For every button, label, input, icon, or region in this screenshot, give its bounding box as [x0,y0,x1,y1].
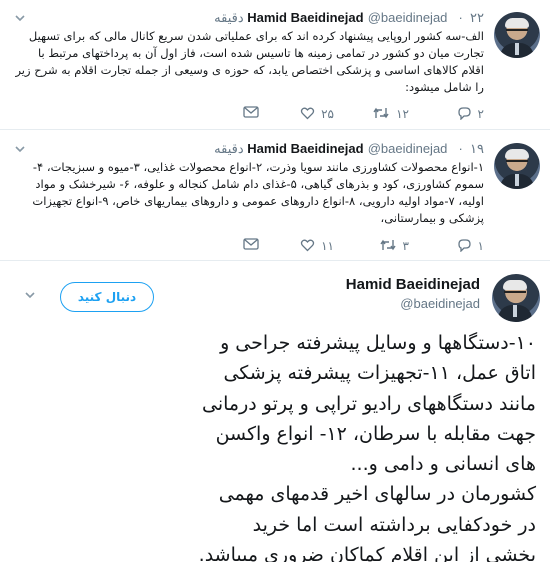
tweet-text: ۱۰-دستگاهها و وسایل پیشرفته جراحی و اتاق… [16,328,536,562]
retweet-count: ۱۲ [396,107,409,121]
tweet-text: ۱-انواع محصولات کشاورزی مانند سویا وذرت،… [32,160,484,225]
heart-icon [300,106,315,122]
retweet-button[interactable]: ۳ [379,238,409,254]
author-block: Hamid Baeidinejad @baeidinejad [346,276,480,311]
like-count: ۲۵ [321,107,334,121]
envelope-icon [243,106,259,120]
tweet-header: Hamid Baeidinejad @baeidinejad · ۲۲ دقیق… [214,10,484,26]
chevron-down-icon[interactable] [14,143,26,155]
tweet-header: Hamid Baeidinejad @baeidinejad · ۱۹ دقیق… [214,141,484,157]
avatar[interactable] [494,12,540,58]
tweet-2[interactable]: Hamid Baeidinejad @baeidinejad · ۱۹ دقیق… [0,131,550,261]
author-name[interactable]: Hamid Baeidinejad [346,276,480,293]
retweet-button[interactable]: ۱۲ [372,106,409,122]
reply-count: ۲ [477,107,484,121]
direct-message-button[interactable] [243,238,259,252]
tweet-1[interactable]: Hamid Baeidinejad @baeidinejad · ۲۲ دقیق… [0,0,550,130]
tweet-text-line: مانند دستگاههای رادیو تراپی و پرتو درمان… [201,392,536,415]
reply-button[interactable]: ۱ [457,238,484,254]
author-handle[interactable]: @baeidinejad [346,296,480,311]
tweet-actions: ۱ ۳ ۱۱ [184,238,484,256]
follow-button[interactable]: دنبال کنید [60,282,154,312]
separator-dot: · [458,10,463,25]
reply-button[interactable]: ۲ [457,106,484,122]
direct-message-button[interactable] [243,106,259,120]
retweet-icon [372,106,390,122]
avatar[interactable] [494,143,540,189]
retweet-icon [379,238,397,254]
separator-dot: · [458,141,463,156]
tweet-text-line: ۱۰-دستگاهها و وسایل پیشرفته جراحی و [220,332,536,354]
author-handle[interactable]: @baeidinejad [368,10,448,25]
tweet-text-line: جهت مقابله با سرطان، ۱۲- انواع واکسن [215,422,536,445]
tweet-text-line: کشورمان در سالهای اخیر قدمهای مهمی [218,483,536,506]
focused-tweet[interactable]: Hamid Baeidinejad @baeidinejad دنبال کنی… [0,262,550,562]
like-button[interactable]: ۱۱ [300,238,334,254]
reply-icon [457,238,472,254]
envelope-icon [243,238,259,252]
tweet-text: الف-سه کشور اروپایی پیشنهاد کرده اند که … [15,29,484,94]
heart-icon [300,238,315,254]
tweet-text-line: اتاق عمل، ۱۱-تجهیزات پیشرفته پزشکی [223,362,536,385]
tweet-text-line: بخشی از این اقلام کماکان ضروری میباشد. [198,544,536,562]
avatar[interactable] [492,274,540,322]
tweet-text-line: های انسانی و دامی و... [350,453,537,476]
chevron-down-icon[interactable] [14,12,26,24]
reply-icon [457,106,472,122]
like-button[interactable]: ۲۵ [300,106,334,122]
like-count: ۱۱ [321,239,334,253]
tweet-actions: ۲ ۱۲ ۲۵ [184,106,484,124]
reply-count: ۱ [477,239,484,253]
tweet-text-line: در خودکفایی برداشته است اما خرید [252,513,536,536]
retweet-count: ۳ [402,239,409,253]
author-name[interactable]: Hamid Baeidinejad [247,141,363,156]
chevron-down-icon[interactable] [24,289,36,301]
author-handle[interactable]: @baeidinejad [368,141,448,156]
author-name[interactable]: Hamid Baeidinejad [247,10,363,25]
